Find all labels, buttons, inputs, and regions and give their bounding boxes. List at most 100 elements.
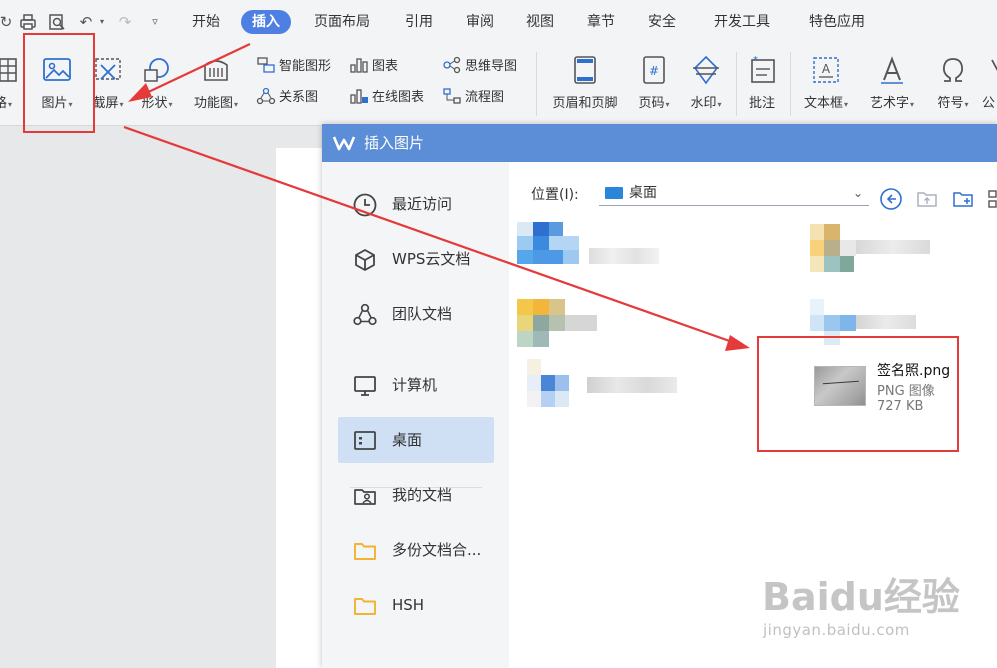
relation-chart-icon: [256, 87, 276, 105]
shapes-label: 形状▾: [141, 96, 173, 111]
print-preview-icon[interactable]: [47, 12, 67, 32]
highlight-picture-button: [23, 33, 95, 133]
function-chart-label: 功能图▾: [193, 96, 239, 111]
word-art-label: 艺术字▾: [869, 96, 915, 111]
location-dropdown[interactable]: 桌面 ⌄: [599, 180, 869, 206]
wps-logo-icon: [332, 136, 356, 151]
table-button[interactable]: 格▾: [0, 52, 20, 118]
online-chart-button[interactable]: 在线图表: [349, 87, 424, 109]
sidebar-item-label: 计算机: [392, 376, 438, 394]
folder-icon: [354, 543, 376, 560]
highlight-file-item: [757, 336, 959, 452]
ribbon-separator: [790, 52, 791, 116]
svg-text:#: #: [649, 64, 659, 78]
header-footer-label: 页眉和页脚: [552, 96, 618, 111]
page-number-icon: #: [643, 56, 665, 84]
location-label: 位置(I):: [531, 187, 579, 203]
ribbon-separator: [536, 52, 537, 116]
comment-icon: *: [751, 55, 775, 83]
folder-icon: [354, 598, 376, 615]
online-chart-icon: [350, 89, 368, 104]
comment-button[interactable]: * 批注: [742, 52, 782, 118]
tab-home[interactable]: 开始: [181, 10, 231, 34]
page-number-button[interactable]: # 页码▾: [632, 52, 676, 118]
flowchart-button[interactable]: 流程图: [442, 87, 504, 109]
sidebar-item-label: 桌面: [392, 431, 423, 449]
dialog-title: 插入图片: [364, 134, 425, 152]
header-footer-button[interactable]: 页眉和页脚: [545, 52, 625, 118]
shapes-icon: [144, 58, 169, 82]
flowchart-icon: [443, 88, 461, 104]
smart-art-icon: [257, 57, 275, 73]
dialog-sidebar: 最近访问 WPS云文档 团队文档 计算机 桌面 我的文档 多份文档合... HS…: [322, 162, 509, 668]
sidebar-item-computer[interactable]: 计算机: [338, 362, 494, 408]
tab-review[interactable]: 审阅: [455, 10, 505, 34]
symbol-button[interactable]: 符号▾: [930, 52, 976, 118]
sidebar-item-recent[interactable]: 最近访问: [338, 181, 494, 227]
new-folder-icon[interactable]: [951, 187, 975, 211]
baidu-watermark-url: jingyan.baidu.com: [763, 621, 910, 639]
redo-icon-disabled[interactable]: ↷: [115, 12, 135, 32]
chart-button[interactable]: 图表: [349, 56, 398, 78]
ribbon-toolbar: 格▾ 图片▾ 截屏▾ 形状▾ 功能图▾ 智能图形 图表 思维导图 关系图 在线图…: [0, 44, 997, 126]
watermark-label: 水印▾: [690, 96, 722, 111]
blurred-file-4[interactable]: [810, 224, 970, 288]
baidu-watermark-logo: Baidu经验: [762, 575, 960, 619]
blurred-file-2[interactable]: [517, 299, 667, 359]
function-chart-button[interactable]: 功能图▾: [188, 52, 244, 118]
sidebar-item-my-documents[interactable]: 我的文档: [338, 472, 494, 518]
print-icon[interactable]: [18, 12, 38, 32]
sidebar-item-wps-cloud[interactable]: WPS云文档: [338, 236, 494, 282]
tab-references[interactable]: 引用: [394, 10, 444, 34]
dialog-title-bar: 插入图片: [322, 124, 997, 162]
chevron-down-icon: ⌄: [852, 186, 863, 200]
mind-map-button[interactable]: 思维导图: [442, 56, 517, 78]
svg-text:A: A: [822, 62, 831, 76]
table-icon: [0, 58, 17, 82]
comment-label: 批注: [748, 96, 775, 111]
relation-chart-button[interactable]: 关系图: [256, 87, 318, 109]
omega-symbol-icon: [942, 58, 964, 82]
word-art-button[interactable]: 艺术字▾: [862, 52, 922, 118]
clock-icon: [353, 193, 377, 217]
redo-icon[interactable]: ↻: [0, 12, 16, 32]
watermark-button[interactable]: 水印▾: [684, 52, 728, 118]
sidebar-item-label: 多份文档合...: [392, 541, 482, 559]
table-label: 格▾: [0, 96, 13, 111]
word-art-icon: [881, 56, 903, 84]
formula-label: 公: [982, 96, 996, 111]
customize-quick-access-icon[interactable]: ▿: [145, 12, 165, 32]
tab-developer-tools[interactable]: 开发工具: [703, 10, 781, 34]
sidebar-item-hsh-folder[interactable]: HSH: [338, 582, 494, 628]
formula-button[interactable]: 公: [982, 52, 997, 118]
sidebar-item-label: HSH: [392, 596, 425, 614]
sidebar-item-desktop[interactable]: 桌面: [338, 417, 494, 463]
menu-bar: ↻ ↶ ▾ ↷ ▿ 开始 插入 页面布局 引用 审阅 视图 章节 安全 开发工具…: [0, 0, 997, 44]
smart-art-button[interactable]: 智能图形: [256, 56, 331, 78]
shapes-button[interactable]: 形状▾: [134, 52, 180, 118]
tab-view[interactable]: 视图: [515, 10, 565, 34]
sidebar-item-team-docs[interactable]: 团队文档: [338, 291, 494, 337]
ribbon-separator: [736, 52, 737, 116]
watermark-icon: [693, 55, 719, 85]
user-folder-icon: [354, 489, 376, 505]
blurred-file-3[interactable]: [527, 359, 687, 423]
text-box-button[interactable]: A 文本框▾: [796, 52, 856, 118]
text-box-label: 文本框▾: [803, 96, 849, 111]
chart-icon: [350, 58, 368, 73]
sidebar-item-merge-docs-folder[interactable]: 多份文档合...: [338, 527, 494, 573]
function-chart-icon: [204, 60, 228, 81]
tab-sections[interactable]: 章节: [576, 10, 626, 34]
tab-security[interactable]: 安全: [637, 10, 687, 34]
formula-icon: [991, 59, 997, 72]
tab-featured-apps[interactable]: 特色应用: [798, 10, 876, 34]
up-folder-icon[interactable]: [915, 187, 939, 211]
back-icon[interactable]: [879, 187, 903, 211]
mind-map-icon: [443, 56, 461, 74]
sidebar-item-label: WPS云文档: [392, 250, 471, 268]
blurred-file-1[interactable]: [517, 222, 667, 282]
tab-page-layout[interactable]: 页面布局: [303, 10, 381, 34]
view-mode-icon[interactable]: [986, 187, 997, 211]
tab-insert[interactable]: 插入: [241, 10, 291, 34]
undo-dropdown-icon[interactable]: ▾: [92, 12, 112, 32]
